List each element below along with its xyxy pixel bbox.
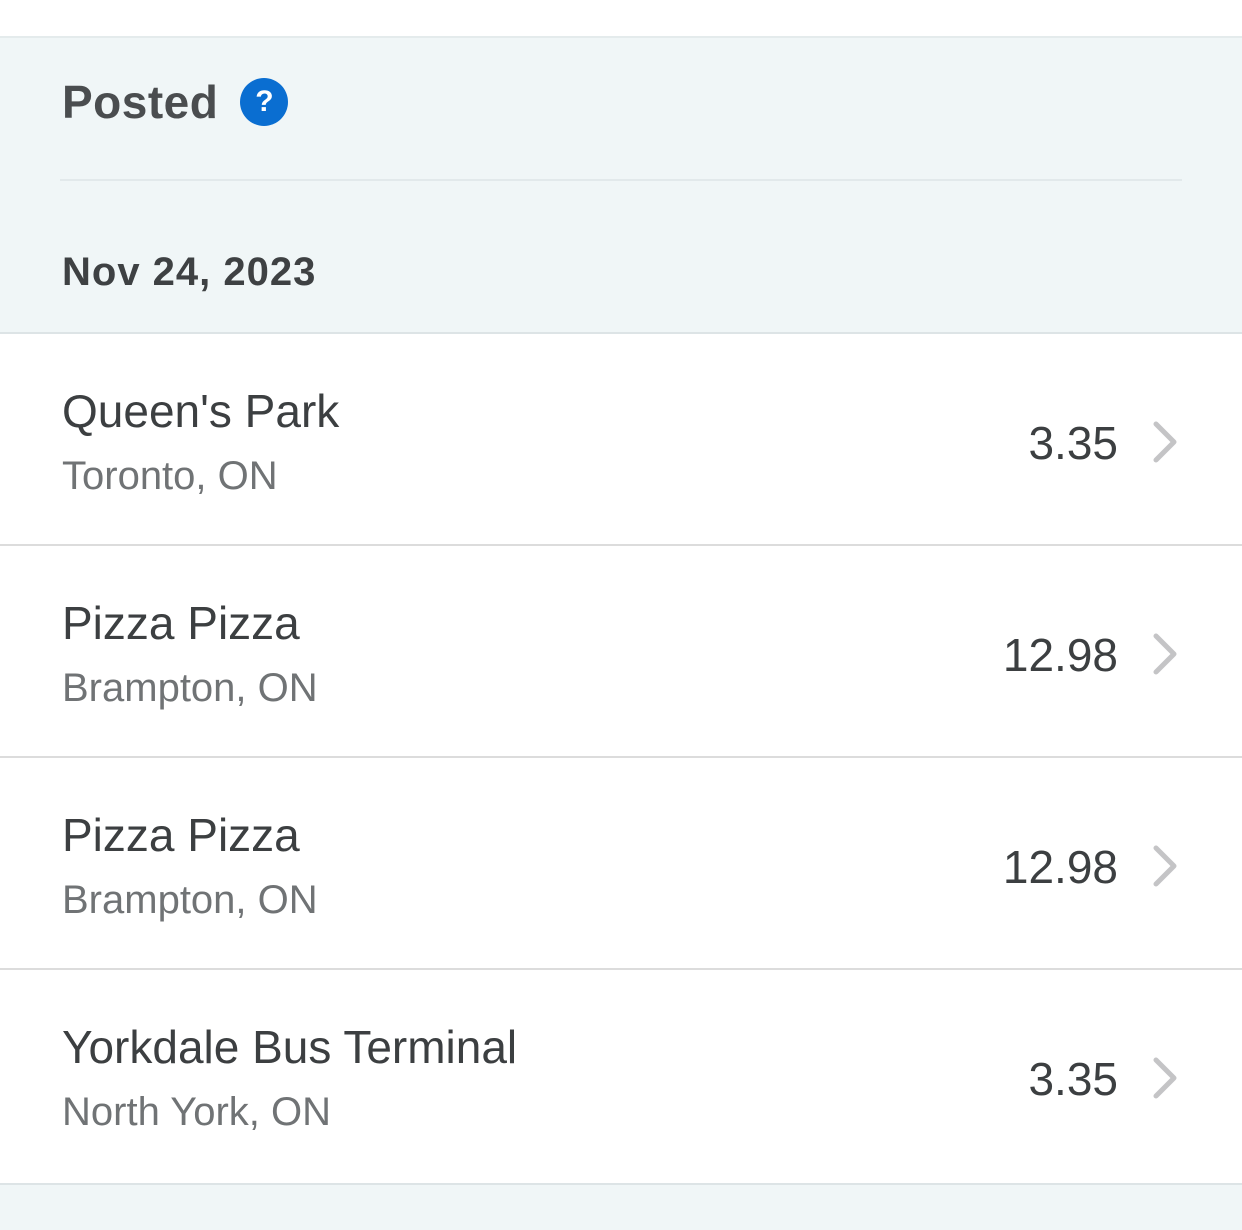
transaction-list: Queen's Park Toronto, ON 3.35 Pizza Pizz… [0,334,1242,1183]
transaction-amount: 3.35 [1028,1053,1118,1105]
merchant-location: Brampton, ON [62,666,318,710]
merchant-location: Brampton, ON [62,878,318,922]
top-strip [0,0,1242,38]
merchant-name: Pizza Pizza [62,597,300,649]
posted-title-row: Posted ? [62,76,289,128]
chevron-right-icon [1153,421,1177,463]
posted-section-header: Posted ? Nov 24, 2023 [0,38,1242,334]
transaction-row[interactable]: Queen's Park Toronto, ON 3.35 [0,334,1242,546]
transaction-row[interactable]: Yorkdale Bus Terminal North York, ON 3.3… [0,970,1242,1183]
help-icon[interactable]: ? [240,78,289,126]
bottom-section-strip [0,1183,1242,1230]
section-divider [60,179,1182,181]
chevron-right-icon [1153,845,1177,887]
merchant-location: North York, ON [62,1090,332,1134]
transaction-amount: 12.98 [1002,629,1118,681]
transaction-row[interactable]: Pizza Pizza Brampton, ON 12.98 [0,758,1242,970]
merchant-name: Yorkdale Bus Terminal [62,1021,518,1073]
posted-title: Posted [62,76,219,128]
date-label: Nov 24, 2023 [62,250,317,294]
chevron-right-icon [1153,633,1177,675]
transaction-row[interactable]: Pizza Pizza Brampton, ON 12.98 [0,546,1242,758]
merchant-name: Pizza Pizza [62,809,300,861]
transaction-amount: 12.98 [1002,841,1118,893]
merchant-location: Toronto, ON [62,454,278,498]
merchant-name: Queen's Park [62,385,340,437]
chevron-right-icon [1153,1057,1177,1099]
transaction-amount: 3.35 [1028,417,1118,469]
